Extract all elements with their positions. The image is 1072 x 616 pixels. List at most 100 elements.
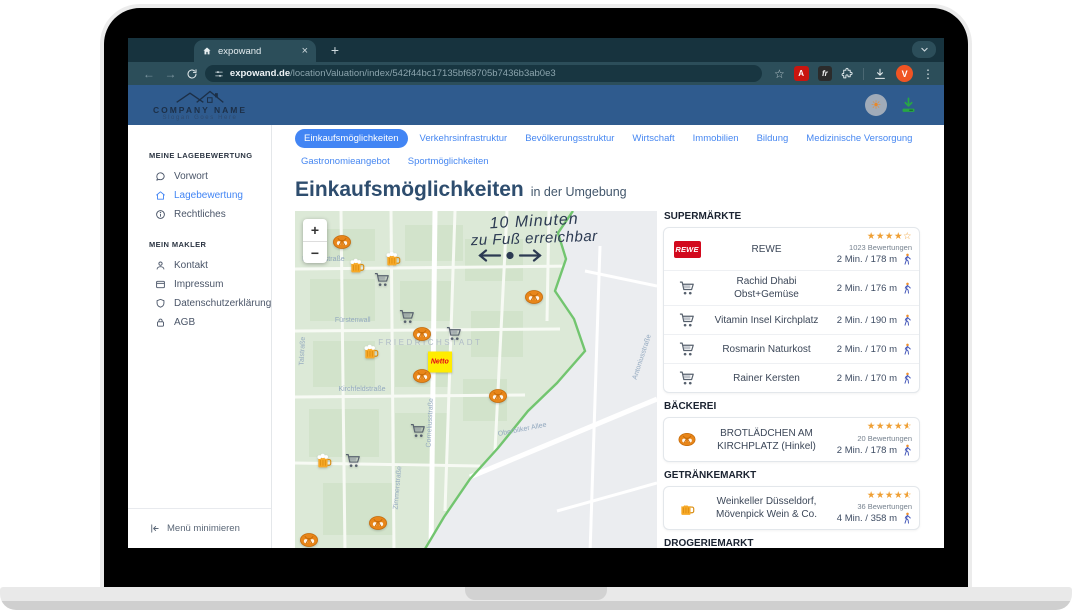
distance-label: 2 Min. / 178 m bbox=[837, 445, 897, 456]
map-marker-shopping-cart[interactable] bbox=[343, 453, 362, 470]
main-content: Einkaufsmöglichkeiten Verkehrsinfrastrukt… bbox=[272, 125, 944, 548]
poi-row[interactable]: REWEREWE★★★★☆1023 Bewertungen2 Min. / 17… bbox=[664, 228, 919, 270]
toolbar-divider bbox=[863, 68, 864, 80]
rating-stars: ★★★★☆ bbox=[867, 232, 912, 242]
download-report-button[interactable] bbox=[899, 96, 918, 115]
nav-tab[interactable]: Wirtschaft bbox=[626, 129, 680, 148]
tab-close-icon[interactable]: × bbox=[302, 45, 308, 57]
sidebar-item-impressum[interactable]: Impressum bbox=[128, 275, 271, 294]
nav-tab[interactable]: Bevölkerungsstruktur bbox=[519, 129, 620, 148]
nav-tab[interactable]: Gastronomieangebot bbox=[295, 152, 396, 171]
distance-label: 4 Min. / 358 m bbox=[837, 513, 897, 524]
sidebar-nav: MEINE LAGEBEWERTUNGVorwortLagebewertungR… bbox=[128, 151, 271, 332]
new-tab-button[interactable]: + bbox=[326, 41, 344, 59]
sun-icon: ☀ bbox=[871, 99, 882, 111]
map-annotation: 10 Minuten zu Fuß erreichbar bbox=[422, 213, 646, 267]
sidebar-item-label: Rechtliches bbox=[174, 209, 226, 220]
page: expowand × + ← → expowand.de/l bbox=[0, 0, 1072, 616]
map-marker-pretzel[interactable] bbox=[524, 288, 543, 305]
map-marker-pretzel[interactable] bbox=[300, 532, 319, 548]
company-logo[interactable]: COMPANY NAME Slogan Goes Here bbox=[128, 89, 272, 121]
map-marker-beer-mug[interactable] bbox=[347, 257, 366, 274]
url-path: /locationValuation/index/542f44bc17135bf… bbox=[290, 68, 556, 79]
shopping-cart-icon bbox=[678, 280, 696, 297]
distance-label: 2 Min. / 190 m bbox=[837, 315, 897, 326]
review-count: 20 Bewertungen bbox=[857, 434, 912, 443]
nav-tab[interactable]: Immobilien bbox=[687, 129, 745, 148]
map[interactable]: FRIEDRICHSTADTHerzogstraßeFürstenwallKir… bbox=[295, 211, 657, 548]
sidebar-item-datenschutzerkl-rung[interactable]: Datenschutzerklärung bbox=[128, 294, 271, 313]
map-marker-pretzel[interactable] bbox=[369, 515, 388, 532]
poi-row[interactable]: Rainer Kersten2 Min. / 170 m bbox=[664, 363, 919, 392]
pretzel-icon bbox=[678, 431, 696, 448]
walking-distance-icon bbox=[902, 253, 912, 266]
roofs-icon bbox=[172, 89, 228, 104]
map-marker-shopping-cart[interactable] bbox=[445, 326, 464, 343]
poi-row[interactable]: BROTLÄDCHEN AM KIRCHPLATZ (Hinkel) ★★★★★☆… bbox=[664, 418, 919, 460]
shield-icon bbox=[155, 298, 166, 309]
sidebar-item-agb[interactable]: AGB bbox=[128, 313, 271, 332]
downloads-icon[interactable] bbox=[873, 67, 887, 81]
nav-tab[interactable]: Sportmöglichkeiten bbox=[402, 152, 495, 171]
nav-tab[interactable]: Verkehrsinfrastruktur bbox=[414, 129, 514, 148]
map-zoom-out-button[interactable]: − bbox=[303, 241, 327, 263]
street-label: Kirchfeldstraße bbox=[338, 386, 385, 393]
poi-row[interactable]: Rosmarin Naturkost2 Min. / 170 m bbox=[664, 334, 919, 363]
sidebar-minimize-label: Menü minimieren bbox=[167, 523, 240, 534]
adobe-extension-icon[interactable]: A bbox=[794, 66, 809, 81]
sidebar-item-kontakt[interactable]: Kontakt bbox=[128, 256, 271, 275]
map-marker-shopping-cart[interactable] bbox=[372, 271, 391, 288]
map-marker-netto-logo[interactable]: Netto bbox=[428, 351, 452, 372]
theme-toggle-button[interactable]: ☀ bbox=[865, 94, 887, 116]
map-marker-beer-mug[interactable] bbox=[383, 251, 402, 268]
poi-card: BROTLÄDCHEN AM KIRCHPLATZ (Hinkel) ★★★★★☆… bbox=[663, 417, 920, 461]
poi-name: Weinkeller Düsseldorf, Mövenpick Wein & … bbox=[703, 495, 830, 521]
map-marker-pretzel[interactable] bbox=[412, 326, 431, 343]
rating-stars: ★★★★★☆ bbox=[867, 422, 912, 432]
reload-button[interactable] bbox=[181, 68, 203, 80]
nav-tab[interactable]: Medizinische Versorgung bbox=[800, 129, 918, 148]
poi-section-title: BÄCKEREI bbox=[664, 401, 920, 412]
walking-radius-arrows-icon bbox=[477, 249, 543, 262]
site-settings-icon[interactable] bbox=[214, 69, 224, 79]
sidebar-item-rechtliches[interactable]: Rechtliches bbox=[128, 205, 271, 224]
forward-button[interactable]: → bbox=[160, 67, 182, 81]
green-download-icon bbox=[899, 96, 918, 115]
map-marker-pretzel[interactable] bbox=[412, 367, 431, 384]
sidebar-item-lagebewertung[interactable]: Lagebewertung bbox=[128, 186, 271, 205]
map-zoom-in-button[interactable]: + bbox=[303, 219, 327, 241]
map-marker-pretzel[interactable] bbox=[333, 233, 352, 250]
map-marker-shopping-cart[interactable] bbox=[409, 422, 428, 439]
poi-row[interactable]: Rachid Dhabi Obst+Gemüse2 Min. / 176 m bbox=[664, 270, 919, 305]
browser-window-icon bbox=[155, 279, 166, 290]
sidebar-item-vorwort[interactable]: Vorwort bbox=[128, 167, 271, 186]
browser-tab[interactable]: expowand × bbox=[194, 40, 316, 62]
walking-distance-icon bbox=[902, 282, 912, 295]
page-title: Einkaufsmöglichkeiten bbox=[295, 178, 524, 202]
map-marker-beer-mug[interactable] bbox=[362, 343, 381, 360]
menu-dots-icon[interactable]: ⋮ bbox=[922, 67, 934, 81]
poi-row[interactable]: Weinkeller Düsseldorf, Mövenpick Wein & … bbox=[664, 487, 919, 529]
sidebar: MEINE LAGEBEWERTUNGVorwortLagebewertungR… bbox=[128, 125, 272, 548]
company-name: COMPANY NAME bbox=[153, 105, 247, 115]
tab-search-button[interactable] bbox=[912, 41, 936, 58]
poi-name: BROTLÄDCHEN AM KIRCHPLATZ (Hinkel) bbox=[703, 427, 830, 453]
browser-tabstrip: expowand × + bbox=[128, 38, 944, 62]
laptop-screen: expowand × + ← → expowand.de/l bbox=[100, 4, 972, 587]
back-button[interactable]: ← bbox=[138, 67, 160, 81]
fr-extension-icon[interactable]: fr bbox=[818, 66, 833, 81]
lock-icon bbox=[155, 317, 166, 328]
map-marker-shopping-cart[interactable] bbox=[398, 309, 417, 326]
rating-stars: ★★★★★☆ bbox=[867, 491, 912, 501]
nav-tab[interactable]: Bildung bbox=[751, 129, 795, 148]
bookmark-star-icon[interactable]: ☆ bbox=[774, 67, 785, 81]
company-slogan: Slogan Goes Here bbox=[163, 115, 238, 121]
sidebar-minimize-button[interactable]: Menü minimieren bbox=[128, 508, 271, 548]
poi-row[interactable]: Vitamin Insel Kirchplatz2 Min. / 190 m bbox=[664, 305, 919, 334]
map-marker-pretzel[interactable] bbox=[488, 388, 507, 405]
map-marker-beer-mug[interactable] bbox=[314, 453, 333, 470]
url-bar[interactable]: expowand.de/locationValuation/index/542f… bbox=[205, 65, 762, 82]
nav-tab[interactable]: Einkaufsmöglichkeiten bbox=[295, 129, 408, 148]
extensions-icon[interactable] bbox=[841, 67, 854, 80]
profile-avatar[interactable]: V bbox=[896, 65, 913, 82]
